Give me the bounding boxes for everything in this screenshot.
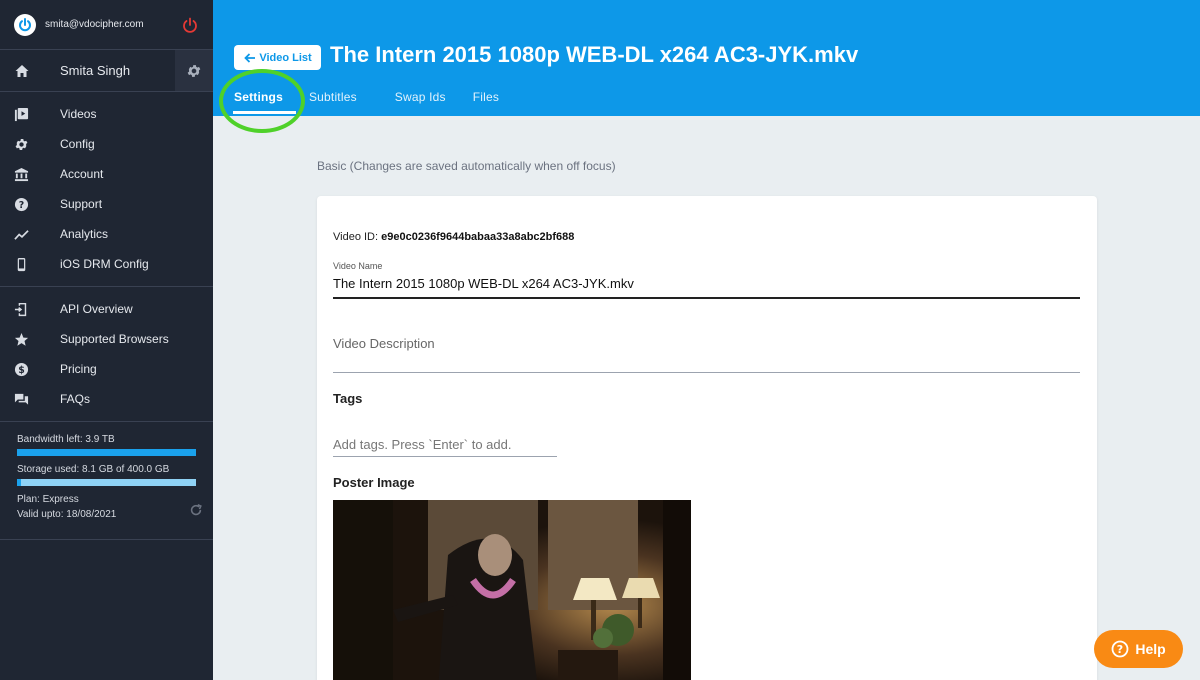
sidebar-item-label: iOS DRM Config	[60, 257, 149, 271]
storage-label: Storage used: 8.1 GB of 400.0 GB	[17, 464, 170, 475]
tab-subtitles[interactable]: Subtitles	[296, 80, 370, 114]
svg-text:$: $	[18, 364, 25, 375]
help-circle-icon: ?	[1111, 640, 1129, 658]
sidebar-item-label: Analytics	[60, 227, 109, 241]
sidebar-item-label: API Overview	[60, 302, 133, 316]
sidebar: smita@vdocipher.com Smita Singh Videos C…	[0, 0, 213, 680]
sidebar-item-faqs[interactable]: FAQs	[0, 384, 213, 414]
account-bar: smita@vdocipher.com	[0, 0, 213, 50]
gear-icon	[15, 138, 28, 150]
sidebar-item-analytics[interactable]: Analytics	[0, 219, 213, 249]
tab-bar: Settings Subtitles Swap Ids Files	[221, 80, 512, 114]
sidebar-item-supported-browsers[interactable]: Supported Browsers	[0, 324, 213, 354]
tab-swap-ids[interactable]: Swap Ids	[370, 80, 459, 114]
help-circle-icon: ?	[14, 197, 29, 211]
plan-label: Plan: Express	[17, 494, 79, 505]
sidebar-item-label: FAQs	[60, 392, 91, 406]
section-note: Basic (Changes are saved automatically w…	[317, 159, 616, 173]
sidebar-item-label: Supported Browsers	[60, 332, 169, 346]
page-title: The Intern 2015 1080p WEB-DL x264 AC3-JY…	[330, 42, 859, 67]
sidebar-item-label: Account	[60, 167, 104, 181]
user-settings-button[interactable]	[175, 50, 213, 91]
page-header: Video List The Intern 2015 1080p WEB-DL …	[213, 0, 1200, 116]
bandwidth-bar	[17, 449, 196, 456]
storage-bar-fill	[17, 479, 21, 486]
bandwidth-label: Bandwidth left: 3.9 TB	[17, 434, 115, 445]
bank-icon	[14, 167, 29, 181]
sidebar-item-account[interactable]: Account	[0, 159, 213, 189]
bandwidth-bar-fill	[17, 449, 196, 456]
sidebar-item-api-overview[interactable]: API Overview	[0, 294, 213, 324]
forum-icon	[14, 393, 29, 405]
power-logo-icon	[19, 17, 31, 31]
storage-bar	[17, 479, 196, 486]
valid-label: Valid upto: 18/08/2021	[17, 509, 117, 520]
video-list-back-button[interactable]: Video List	[234, 45, 321, 70]
nav-secondary: API Overview Supported Browsers $ Pricin…	[0, 287, 213, 422]
video-description-field[interactable]: Video Description	[333, 326, 1080, 373]
video-name-label: Video Name	[333, 261, 383, 271]
user-row: Smita Singh	[0, 50, 213, 92]
usage-panel: Bandwidth left: 3.9 TB Storage used: 8.1…	[0, 422, 213, 540]
dollar-circle-icon: $	[14, 362, 29, 376]
nav-primary: Videos Config Account ? Support Analytic…	[0, 92, 213, 287]
sidebar-item-label: Videos	[60, 107, 97, 121]
back-button-label: Video List	[259, 51, 312, 64]
help-button[interactable]: ? Help	[1094, 630, 1183, 668]
vdocipher-logo	[14, 13, 36, 36]
sidebar-item-label: Pricing	[60, 362, 97, 376]
trend-line-icon	[14, 229, 29, 240]
tags-input[interactable]	[333, 432, 557, 457]
account-email: smita@vdocipher.com	[45, 19, 144, 30]
refresh-icon[interactable]	[189, 503, 203, 517]
video-name-field[interactable]: Video Name The Intern 2015 1080p WEB-DL …	[333, 261, 1080, 299]
svg-text:?: ?	[1117, 643, 1123, 656]
gear-icon	[187, 64, 201, 77]
arrow-left-icon	[244, 52, 256, 63]
logout-power-icon[interactable]	[181, 16, 199, 34]
sidebar-item-videos[interactable]: Videos	[0, 99, 213, 129]
help-label: Help	[1135, 641, 1166, 657]
star-icon	[14, 332, 29, 346]
settings-card: Video ID: e9e0c0236f9644babaa33a8abc2bf6…	[317, 196, 1097, 680]
sidebar-item-support[interactable]: ? Support	[0, 189, 213, 219]
poster-scene-image	[333, 500, 691, 680]
sidebar-item-label: Support	[60, 197, 103, 211]
video-id: Video ID: e9e0c0236f9644babaa33a8abc2bf6…	[333, 231, 574, 243]
sidebar-item-label: Config	[60, 137, 95, 151]
phone-icon	[17, 257, 26, 271]
tab-files[interactable]: Files	[459, 80, 512, 114]
video-id-label: Video ID:	[333, 231, 379, 243]
sidebar-item-pricing[interactable]: $ Pricing	[0, 354, 213, 384]
tags-heading: Tags	[333, 391, 363, 406]
poster-image-heading: Poster Image	[333, 475, 415, 490]
video-library-icon	[14, 107, 29, 121]
svg-text:?: ?	[19, 199, 24, 210]
video-name-input[interactable]: The Intern 2015 1080p WEB-DL x264 AC3-JY…	[333, 276, 1080, 299]
user-name: Smita Singh	[60, 63, 131, 78]
sidebar-item-ios-drm[interactable]: iOS DRM Config	[0, 249, 213, 279]
home-link[interactable]: Smita Singh	[0, 50, 175, 91]
home-icon	[15, 64, 29, 77]
api-door-icon	[14, 302, 27, 316]
poster-image[interactable]	[333, 500, 691, 680]
sidebar-item-config[interactable]: Config	[0, 129, 213, 159]
tab-settings[interactable]: Settings	[221, 80, 296, 114]
video-id-value: e9e0c0236f9644babaa33a8abc2bf688	[381, 231, 575, 243]
